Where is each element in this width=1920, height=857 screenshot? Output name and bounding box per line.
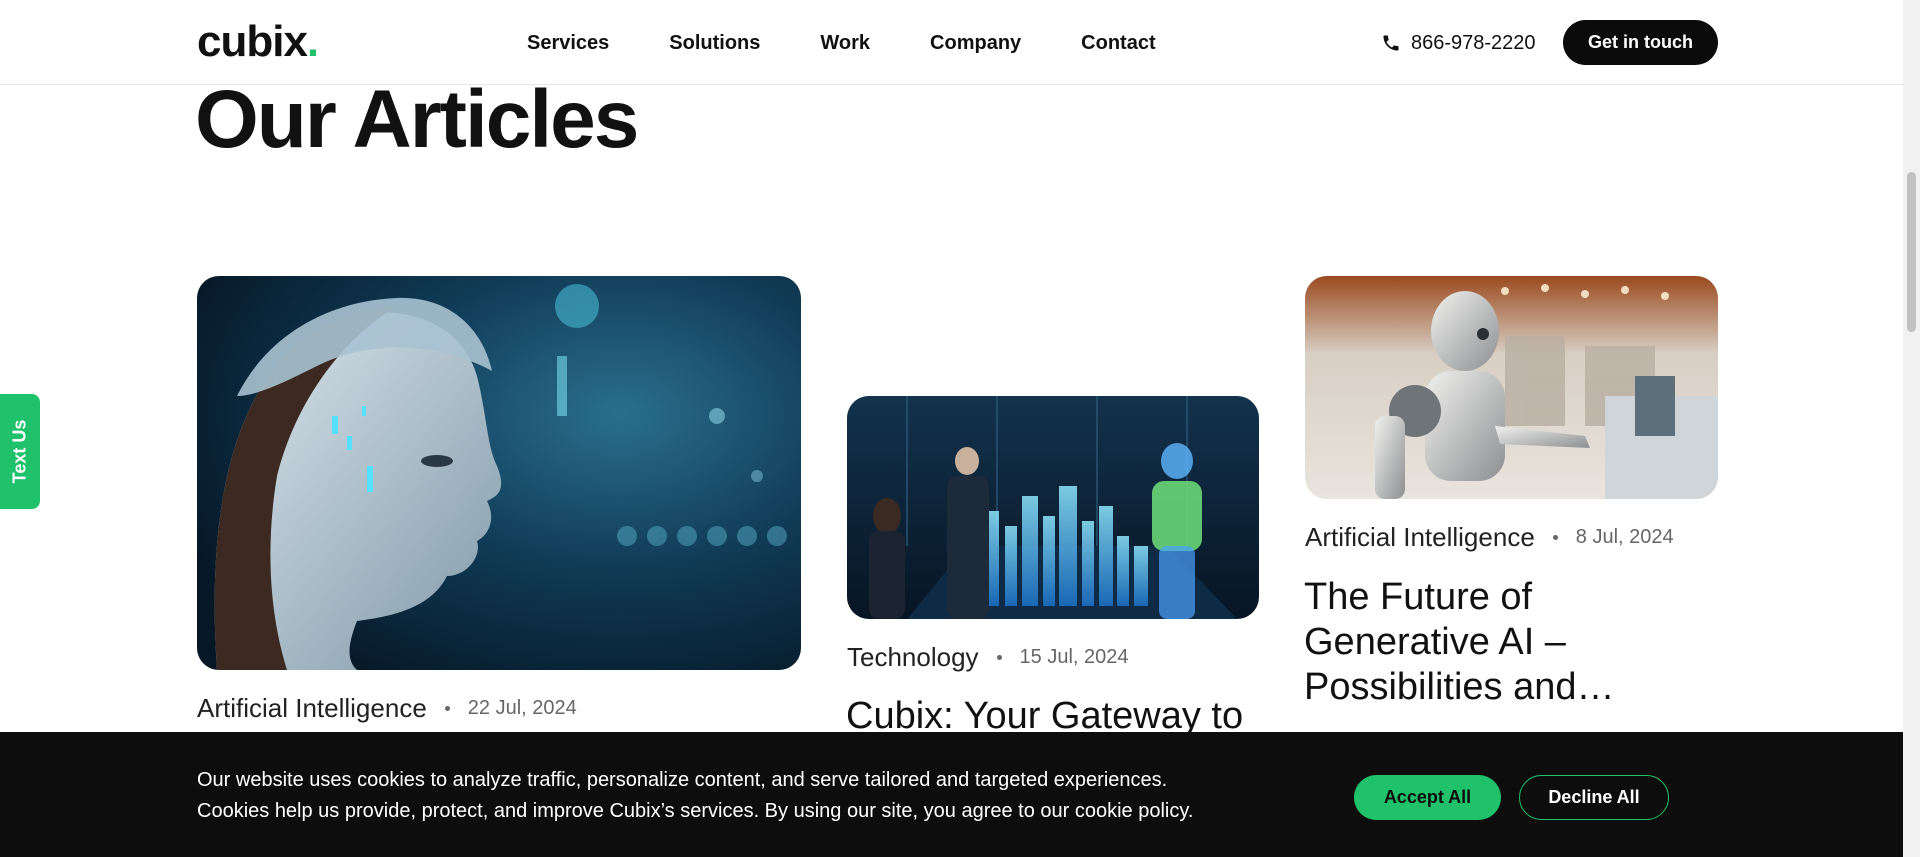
nav-item-services[interactable]: Services [527,30,609,56]
phone-number: 866-978-2220 [1411,32,1536,54]
cookie-line-2: Cookies help us provide, protect, and im… [197,800,1194,822]
article-image-hologram[interactable] [847,396,1259,619]
article-date: 15 Jul, 2024 [1019,646,1129,668]
article-category[interactable]: Artificial Intelligence [1305,522,1535,552]
article-3-meta: Artificial Intelligence 8 Jul, 2024 [1305,522,1674,552]
separator-dot [996,654,1002,660]
text-us-label: Text Us [9,419,30,484]
accept-all-button[interactable]: Accept All [1354,775,1501,820]
page-scrollbar[interactable] [1903,0,1920,857]
nav-item-contact[interactable]: Contact [1081,30,1155,56]
text-us-tab[interactable]: Text Us [0,394,40,509]
decline-all-button[interactable]: Decline All [1519,775,1669,820]
get-in-touch-button[interactable]: Get in touch [1563,20,1718,65]
article-date: 22 Jul, 2024 [467,697,577,719]
article-date: 8 Jul, 2024 [1575,526,1674,548]
nav-item-work[interactable]: Work [820,30,870,56]
robot-store-illustration [1305,276,1718,499]
cookie-banner: Our website uses cookies to analyze traf… [0,732,1903,857]
phone-link[interactable]: 866-978-2220 [1381,30,1536,56]
cookie-message: Our website uses cookies to analyze traf… [197,765,1257,827]
phone-icon [1383,35,1399,51]
scrollbar-thumb[interactable] [1907,172,1916,332]
page-title: Our Articles [195,74,639,165]
article-category[interactable]: Artificial Intelligence [197,693,427,723]
cookie-line-1: Our website uses cookies to analyze traf… [197,769,1168,791]
article-2-meta: Technology 15 Jul, 2024 [847,642,1129,672]
logo-text: cubix [197,17,308,66]
hologram-city-illustration [847,396,1259,619]
main-nav: Services Solutions Work Company Contact [527,30,1216,56]
site-header: cubix. Services Solutions Work Company C… [0,0,1903,85]
separator-dot [444,705,450,711]
article-1-meta: Artificial Intelligence 22 Jul, 2024 [197,693,577,723]
article-category[interactable]: Technology [847,642,979,672]
article-title[interactable]: The Future of Generative AI – Possibilit… [1304,575,1704,710]
separator-dot [1552,534,1558,540]
nav-item-company[interactable]: Company [930,30,1021,56]
article-image-robot-store[interactable] [1305,276,1718,499]
article-image-ai-face[interactable] [197,276,801,670]
ai-face-illustration [197,276,801,670]
cubix-logo[interactable]: cubix. [197,17,319,66]
nav-item-solutions[interactable]: Solutions [669,30,760,56]
logo-dot: . [306,17,319,66]
